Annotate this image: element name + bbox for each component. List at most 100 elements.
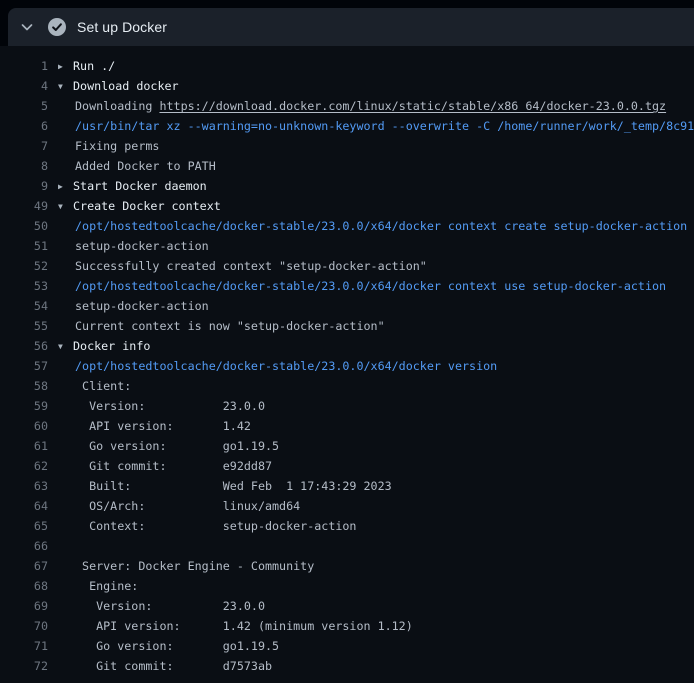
log-text: Server: Docker Engine - Community [58, 556, 314, 576]
log-line: 7 Fixing perms [0, 136, 694, 156]
triangle-down-icon[interactable]: ▼ [58, 77, 73, 97]
line-number: 56 [0, 336, 48, 356]
line-number: 59 [0, 396, 48, 416]
log-line: 69 Version: 23.0.0 [0, 596, 694, 616]
log-text: API version: 1.42 (minimum version 1.12) [58, 616, 413, 636]
line-number: 49 [0, 196, 48, 216]
line-number: 66 [0, 536, 48, 556]
log-group-row[interactable]: 56 ▼Docker info [0, 336, 694, 356]
triangle-down-icon[interactable]: ▼ [58, 197, 73, 217]
log-line: 58 Client: [0, 376, 694, 396]
group-title: Start Docker daemon [73, 179, 207, 193]
triangle-right-icon[interactable]: ▶ [58, 177, 73, 197]
log-text: Client: [58, 376, 131, 396]
log-line: 63 Built: Wed Feb 1 17:43:29 2023 [0, 476, 694, 496]
line-number: 55 [0, 316, 48, 336]
log-group-row[interactable]: 1 ▶Run ./ [0, 56, 694, 76]
triangle-down-icon[interactable]: ▼ [58, 337, 73, 357]
log-lines: 1▶Run ./4▼Download docker5Downloading ht… [0, 46, 694, 683]
log-text: Downloading https://download.docker.com/… [58, 96, 666, 116]
log-group-row[interactable]: 49 ▼Create Docker context [0, 196, 694, 216]
log-text: Version: 23.0.0 [58, 596, 265, 616]
log-text: API version: 1.42 [58, 416, 251, 436]
log-line: 72 Git commit: d7573ab [0, 656, 694, 676]
log-text: Successfully created context "setup-dock… [58, 256, 427, 276]
log-line: 61 Go version: go1.19.5 [0, 436, 694, 456]
log-group-row[interactable]: 4 ▼Download docker [0, 76, 694, 96]
line-number: 51 [0, 236, 48, 256]
log-text: Context: setup-docker-action [58, 516, 356, 536]
line-number: 53 [0, 276, 48, 296]
line-number: 7 [0, 136, 48, 156]
log-text: Go version: go1.19.5 [58, 436, 279, 456]
log-line: 50/opt/hostedtoolcache/docker-stable/23.… [0, 216, 694, 236]
log-text: Downloading [75, 99, 159, 113]
line-number: 62 [0, 456, 48, 476]
group-title: Create Docker context [73, 199, 221, 213]
line-number: 4 [0, 76, 48, 96]
group-title: Docker info [73, 339, 150, 353]
line-number: 50 [0, 216, 48, 236]
line-number: 60 [0, 416, 48, 436]
log-line: 70 API version: 1.42 (minimum version 1.… [0, 616, 694, 636]
line-number: 52 [0, 256, 48, 276]
log-line: 51 setup-docker-action [0, 236, 694, 256]
log-line: 6/usr/bin/tar xz --warning=no-unknown-ke… [0, 116, 694, 136]
log-text: Version: 23.0.0 [58, 396, 265, 416]
line-number: 1 [0, 56, 48, 76]
chevron-down-icon[interactable] [19, 19, 35, 35]
log-text: Added Docker to PATH [58, 156, 216, 176]
log-line: 67 Server: Docker Engine - Community [0, 556, 694, 576]
log-command: /opt/hostedtoolcache/docker-stable/23.0.… [58, 276, 666, 296]
line-number: 63 [0, 476, 48, 496]
triangle-right-icon[interactable]: ▶ [58, 57, 73, 77]
line-number: 69 [0, 596, 48, 616]
line-number: 68 [0, 576, 48, 596]
log-command: /usr/bin/tar xz --warning=no-unknown-key… [58, 116, 694, 136]
log-line: 8 Added Docker to PATH [0, 156, 694, 176]
log-text: Git commit: e92dd87 [58, 456, 272, 476]
step-title: Set up Docker [77, 19, 167, 35]
line-number: 8 [0, 156, 48, 176]
log-text: setup-docker-action [58, 236, 209, 256]
log-line: 52 Successfully created context "setup-do… [0, 256, 694, 276]
log-line: 54 setup-docker-action [0, 296, 694, 316]
log-text [58, 536, 75, 556]
line-number: 58 [0, 376, 48, 396]
line-number: 6 [0, 116, 48, 136]
log-line: 64 OS/Arch: linux/amd64 [0, 496, 694, 516]
log-group-row[interactable]: 9 ▶Start Docker daemon [0, 176, 694, 196]
check-circle-icon [48, 18, 66, 36]
line-number: 71 [0, 636, 48, 656]
log-line: 60 API version: 1.42 [0, 416, 694, 436]
log-text: Engine: [58, 576, 138, 596]
group-title: Download docker [73, 79, 179, 93]
log-text: Git commit: d7573ab [58, 656, 272, 676]
line-number: 57 [0, 356, 48, 376]
log-text: Current context is now "setup-docker-act… [58, 316, 385, 336]
step-header[interactable]: Set up Docker [8, 8, 694, 46]
line-number: 54 [0, 296, 48, 316]
log-line: 59 Version: 23.0.0 [0, 396, 694, 416]
line-number: 70 [0, 616, 48, 636]
log-line: 53/opt/hostedtoolcache/docker-stable/23.… [0, 276, 694, 296]
log-link[interactable]: https://download.docker.com/linux/static… [159, 99, 666, 113]
log-line: 71 Go version: go1.19.5 [0, 636, 694, 656]
log-line: 62 Git commit: e92dd87 [0, 456, 694, 476]
log-text: OS/Arch: linux/amd64 [58, 496, 300, 516]
group-title: Run ./ [73, 59, 115, 73]
log-line: 65 Context: setup-docker-action [0, 516, 694, 536]
log-command: /opt/hostedtoolcache/docker-stable/23.0.… [58, 356, 497, 376]
log-command: /opt/hostedtoolcache/docker-stable/23.0.… [58, 216, 687, 236]
log-line: 66 [0, 536, 694, 556]
log-line: 57/opt/hostedtoolcache/docker-stable/23.… [0, 356, 694, 376]
log-text: Fixing perms [58, 136, 159, 156]
line-number: 61 [0, 436, 48, 456]
log-text: setup-docker-action [58, 296, 209, 316]
line-number: 67 [0, 556, 48, 576]
line-number: 5 [0, 96, 48, 116]
line-number: 9 [0, 176, 48, 196]
line-number: 64 [0, 496, 48, 516]
line-number: 72 [0, 656, 48, 676]
log-line: 68 Engine: [0, 576, 694, 596]
